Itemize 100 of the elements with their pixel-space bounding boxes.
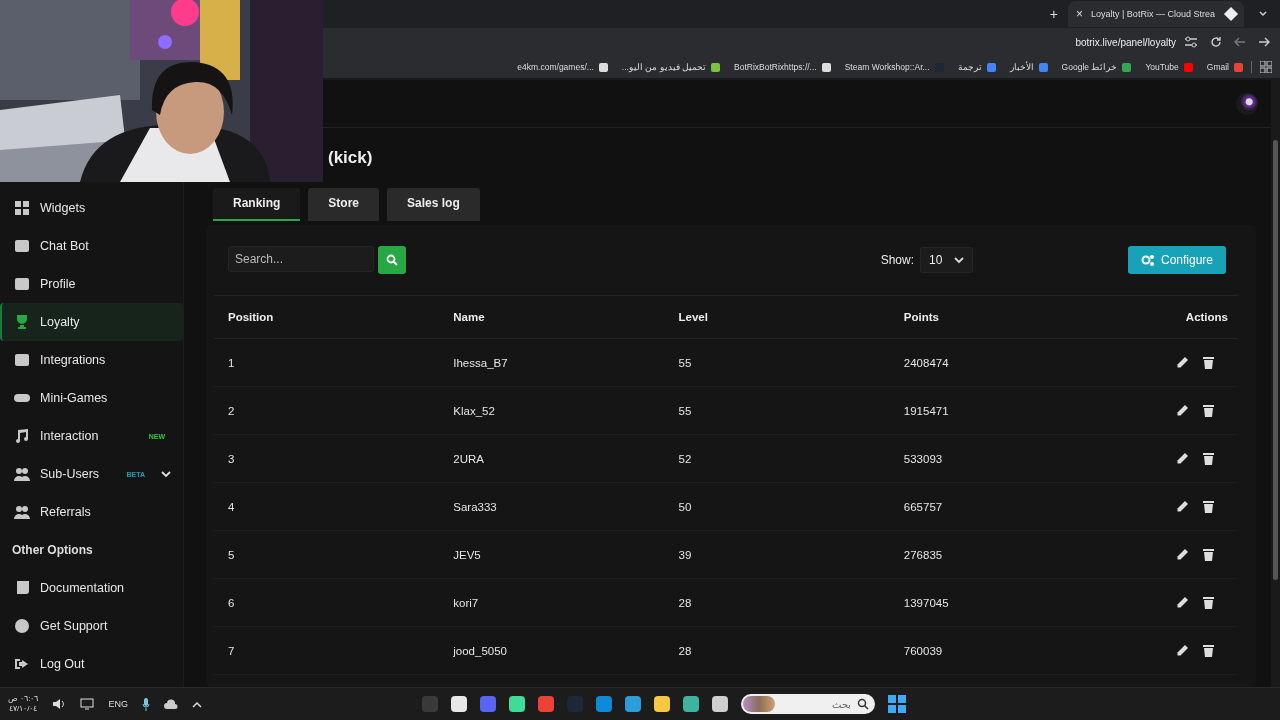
delete-icon[interactable] xyxy=(1203,500,1214,514)
sidebar-item[interactable]: Loyalty xyxy=(0,303,183,341)
menu-icon xyxy=(14,505,30,519)
edit-icon[interactable] xyxy=(1176,356,1189,370)
tab[interactable]: Store xyxy=(308,188,380,221)
table-cell: 55 xyxy=(678,404,692,417)
apps-grid-icon[interactable] xyxy=(1260,61,1272,73)
show-label: Show: xyxy=(880,253,914,267)
section-title: Other Options xyxy=(11,542,94,559)
table-cell: 760039 xyxy=(903,644,943,657)
column-header: Position xyxy=(228,311,274,323)
close-tab-button[interactable]: × xyxy=(1076,7,1083,21)
edit-icon[interactable] xyxy=(1176,500,1189,514)
table-cell: 28 xyxy=(678,644,692,657)
table-cell: 2 xyxy=(228,404,235,417)
monitor-icon[interactable] xyxy=(80,698,95,710)
start-icon[interactable] xyxy=(888,695,906,713)
chevron-down-icon[interactable] xyxy=(161,470,171,478)
table-cell: 276835 xyxy=(903,548,943,561)
table-cell: jood_5050 xyxy=(453,644,507,657)
sidebar-item[interactable]: Get Support xyxy=(0,607,183,645)
column-header: Level xyxy=(678,311,708,323)
microphone-icon[interactable] xyxy=(142,697,150,711)
clock-time[interactable]: ٠٦:٠٦ ص xyxy=(8,694,39,704)
delete-icon[interactable] xyxy=(1203,404,1214,418)
edit-icon[interactable] xyxy=(1176,548,1189,562)
bookmark[interactable]: Steam Workshop::Ar... xyxy=(844,62,944,72)
sidebar-item[interactable]: Documentation xyxy=(0,569,183,607)
table-cell: 2408474 xyxy=(903,356,949,369)
cloud-icon[interactable] xyxy=(164,698,178,710)
tab[interactable]: Ranking xyxy=(213,188,301,221)
search-button[interactable] xyxy=(378,246,406,274)
sidebar-item[interactable]: Widgets xyxy=(0,189,183,227)
bookmark[interactable]: ترجمة xyxy=(957,62,996,72)
back-icon[interactable] xyxy=(1234,36,1246,48)
sidebar-item[interactable]: Chat Bot xyxy=(0,227,183,265)
menu-icon xyxy=(14,201,30,215)
tab[interactable]: Sales log xyxy=(387,188,480,221)
delete-icon[interactable] xyxy=(1203,548,1214,562)
reload-icon[interactable] xyxy=(1210,36,1222,48)
bookmark[interactable]: e4km.com/games/... xyxy=(517,62,608,72)
edit-icon[interactable] xyxy=(1176,596,1189,610)
caret-up-icon[interactable] xyxy=(192,700,202,708)
speaker-icon[interactable] xyxy=(52,698,67,710)
column-header: Points xyxy=(903,311,939,323)
page-title: (kick) xyxy=(328,148,374,168)
search-icon xyxy=(386,254,398,266)
table-cell: 55 xyxy=(678,356,692,369)
menu-icon xyxy=(14,353,30,367)
table-cell: 533093 xyxy=(903,452,943,465)
table-cell: 665757 xyxy=(903,500,943,513)
browser-tab[interactable]: Loyalty | BotRix — Cloud Strea × xyxy=(1068,1,1244,27)
edit-icon[interactable] xyxy=(1176,644,1189,658)
column-header: Actions xyxy=(1185,311,1228,323)
sidebar-item[interactable]: Profile xyxy=(0,265,183,303)
bookmark[interactable]: YouTube xyxy=(1145,62,1193,72)
table-cell: 50 xyxy=(678,500,692,513)
tab-title: Loyalty | BotRix — Cloud Strea xyxy=(1091,9,1216,19)
url-field[interactable]: botrix.live/panel/loyalty xyxy=(1075,36,1176,48)
taskbar-search-field[interactable]: بحث xyxy=(741,694,875,714)
edit-icon[interactable] xyxy=(1176,404,1189,418)
page-size-select[interactable]: 10 xyxy=(920,247,974,273)
clock-date[interactable]: ٤٧/١٠/٠٤ xyxy=(9,704,38,714)
delete-icon[interactable] xyxy=(1203,644,1214,658)
menu-icon xyxy=(14,277,30,291)
menu-icon xyxy=(14,581,30,595)
delete-icon[interactable] xyxy=(1203,356,1214,370)
sidebar-item[interactable]: Log Out xyxy=(0,645,183,683)
bookmark[interactable]: خرائط Google xyxy=(1061,62,1132,72)
bookmark[interactable]: الأخبار xyxy=(1009,62,1048,72)
delete-icon[interactable] xyxy=(1203,596,1214,610)
menu-icon xyxy=(14,657,30,671)
table-cell: 28 xyxy=(678,596,692,609)
search-icon xyxy=(857,698,869,710)
table-cell: Klax_52 xyxy=(453,404,495,417)
delete-icon[interactable] xyxy=(1203,452,1214,466)
search-field[interactable]: Search... xyxy=(228,246,374,272)
sidebar-item[interactable]: Mini-Games xyxy=(0,379,183,417)
bookmark[interactable]: تحميل فيديو من اليو... xyxy=(621,62,721,72)
column-header: Name xyxy=(453,311,485,323)
table-cell: Sara333 xyxy=(453,500,497,513)
site-settings-icon[interactable] xyxy=(1184,36,1198,48)
menu-icon xyxy=(14,467,30,481)
menu-icon xyxy=(14,391,30,405)
chevron-down-icon xyxy=(954,256,965,264)
new-tab-button[interactable]: + xyxy=(1049,6,1058,22)
edit-icon[interactable] xyxy=(1176,452,1189,466)
menu-icon xyxy=(14,619,30,633)
avatar[interactable] xyxy=(1236,92,1258,115)
bookmark[interactable]: BotRixBotRixhttps://... xyxy=(734,62,831,72)
table-cell: 6 xyxy=(228,596,235,609)
language-indicator[interactable]: ENG xyxy=(108,699,128,709)
forward-icon[interactable] xyxy=(1258,36,1270,48)
sidebar-item[interactable]: Integrations xyxy=(0,341,183,379)
table-cell: Ihessa_B7 xyxy=(453,356,508,369)
table-cell: 3 xyxy=(228,452,235,465)
table-cell: JEV5 xyxy=(453,548,481,561)
sidebar-item[interactable]: Referrals xyxy=(0,493,183,531)
bookmark[interactable]: Gmail xyxy=(1206,62,1243,72)
table-cell: 5 xyxy=(228,548,235,561)
